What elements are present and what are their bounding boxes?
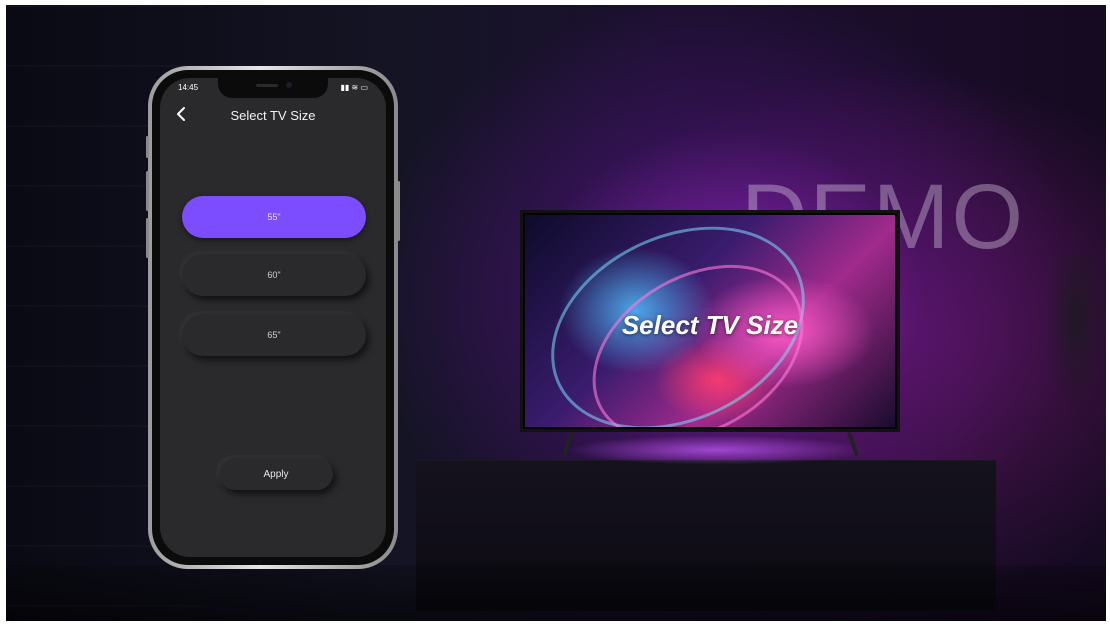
apply-button[interactable]: Apply <box>219 458 333 490</box>
screen-title: Select TV Size <box>230 108 316 123</box>
notch <box>218 78 328 98</box>
phone-mute-switch <box>146 136 149 158</box>
size-option-55[interactable]: 55" <box>182 196 366 238</box>
phone-volume-down <box>146 218 149 258</box>
phone-mockup: 14:45 ▮▮ ≋ ▭ Select TV Size 55" 60" 65" … <box>146 66 400 569</box>
front-camera-icon <box>286 82 292 88</box>
floor <box>6 565 1106 621</box>
size-option-65[interactable]: 65" <box>182 314 366 356</box>
phone-body: 14:45 ▮▮ ≋ ▭ Select TV Size 55" 60" 65" … <box>152 70 394 565</box>
television: Select TV Size <box>520 210 900 432</box>
size-option-label: 60" <box>267 270 281 280</box>
plant <box>1046 255 1106 415</box>
tv-screen: Select TV Size <box>525 215 895 427</box>
speaker-grille <box>256 84 278 87</box>
phone-volume-up <box>146 171 149 211</box>
size-option-60[interactable]: 60" <box>182 254 366 296</box>
phone-screen: 14:45 ▮▮ ≋ ▭ Select TV Size 55" 60" 65" … <box>160 78 386 557</box>
tv-glow <box>566 435 866 465</box>
size-option-label: 65" <box>267 330 281 340</box>
status-icons: ▮▮ ≋ ▭ <box>340 83 368 92</box>
tv-caption: Select TV Size <box>621 310 799 340</box>
status-time: 14:45 <box>178 83 199 92</box>
size-option-label: 55" <box>267 212 281 222</box>
phone-power-button <box>397 181 400 241</box>
apply-button-label: Apply <box>263 468 289 480</box>
